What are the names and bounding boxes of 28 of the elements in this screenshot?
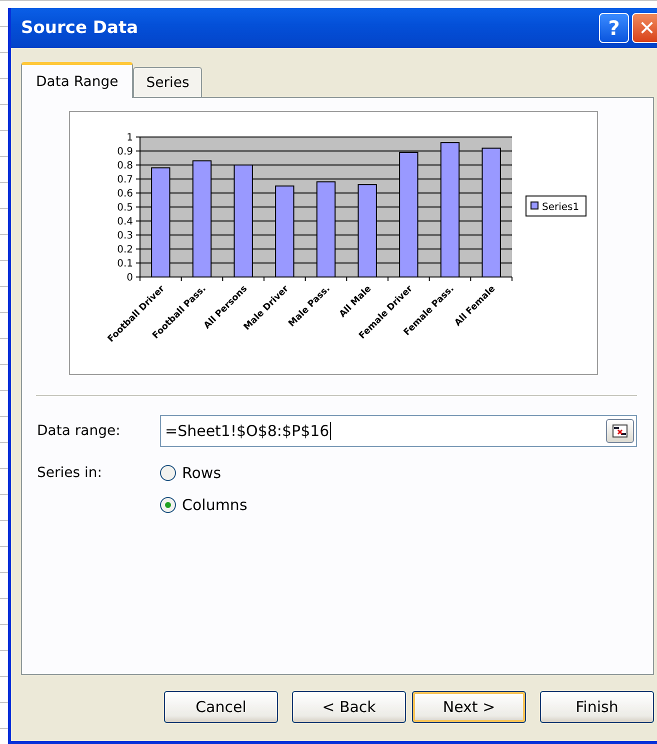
axis-tick-label: 0.8	[117, 160, 133, 172]
axis-tick-label: 1	[126, 132, 133, 144]
data-range-field[interactable]: =Sheet1!$O$8:$P$16	[160, 415, 637, 447]
dialog-button[interactable]: Next >	[412, 691, 526, 723]
chart-legend: Series1	[526, 196, 586, 216]
axis-tick-label: 0.4	[117, 216, 133, 228]
axis-tick-label: 0.9	[117, 146, 133, 158]
dialog-button[interactable]: Cancel	[164, 691, 278, 723]
window-title: Source Data	[21, 18, 140, 38]
axis-tick-label: 0.5	[117, 202, 133, 214]
dialog-button[interactable]: < Back	[292, 691, 406, 723]
data-range-label: Data range:	[36, 423, 122, 439]
radio-option[interactable]: Rows	[160, 461, 248, 485]
dialog-button[interactable]: Finish	[540, 691, 654, 723]
axis-tick-label: 0.1	[117, 258, 133, 270]
series-in-label: Series in:	[36, 464, 103, 483]
axis-tick-label: 0.2	[117, 244, 133, 256]
help-button[interactable]: ?	[599, 13, 629, 43]
axis-tick-label: 0.7	[117, 174, 133, 186]
legend-label: Series1	[542, 202, 580, 213]
collapse-icon	[612, 424, 628, 438]
axis-tick-label: 0.6	[117, 188, 133, 200]
axis-tick-label: 0.3	[117, 230, 133, 242]
collapse-dialog-button[interactable]	[606, 419, 634, 443]
radio-option[interactable]: Columns	[160, 493, 248, 517]
axis-tick-label: 0	[126, 272, 133, 284]
tab[interactable]: Data Range	[21, 62, 134, 98]
tab[interactable]: Series	[133, 67, 202, 97]
